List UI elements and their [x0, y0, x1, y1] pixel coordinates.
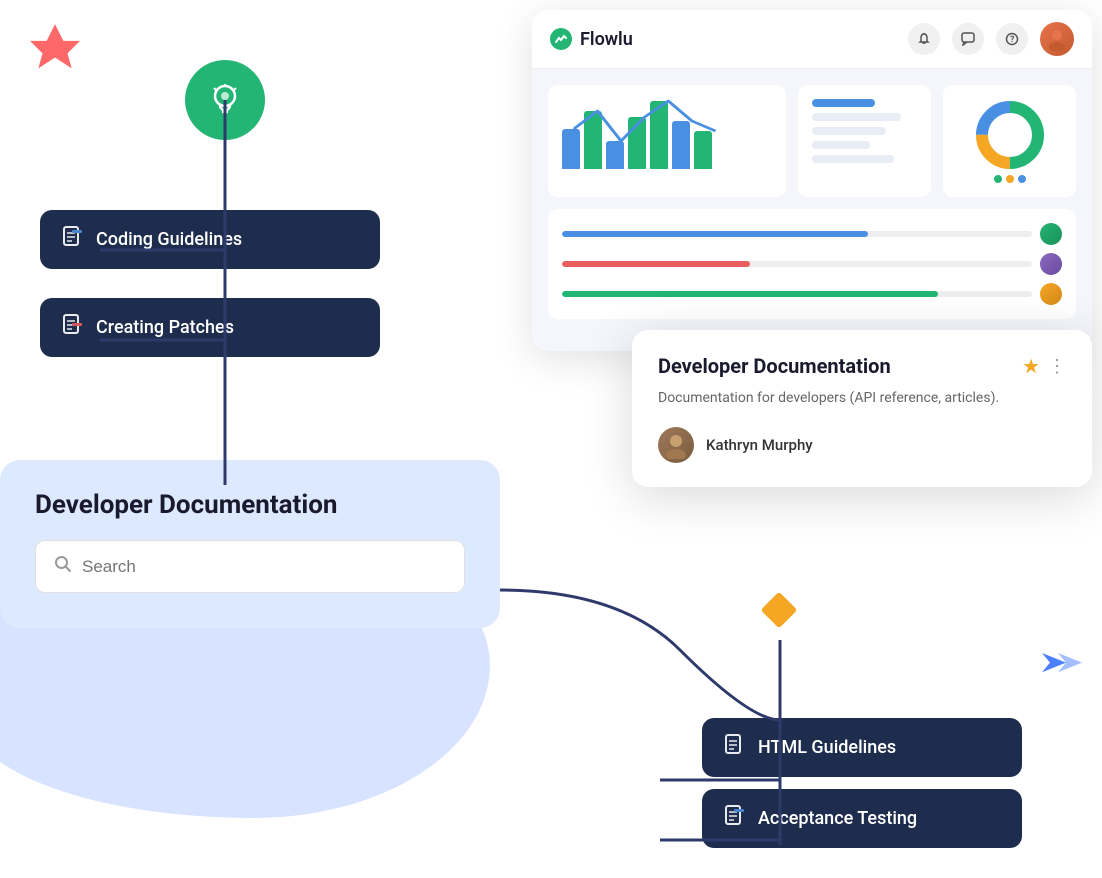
blue-arrow-decoration: [1042, 648, 1082, 678]
author-name: Kathryn Murphy: [706, 436, 813, 454]
user-avatar[interactable]: [1040, 22, 1074, 56]
help-button[interactable]: ?: [996, 23, 1028, 55]
flowlu-logo: Flowlu: [550, 28, 633, 50]
bar-7: [694, 131, 712, 169]
dashboard-cards-row2: [548, 209, 1076, 319]
more-options-icon[interactable]: ⋮: [1048, 356, 1066, 377]
flowlu-logo-icon: [550, 28, 572, 50]
search-input[interactable]: [82, 557, 446, 577]
list-row-5: [812, 155, 894, 163]
progress-lines: [562, 223, 1062, 305]
progress-fill-3: [562, 291, 938, 297]
bar-chart-card: [548, 85, 786, 197]
list-row-2: [812, 113, 901, 121]
acceptance-testing-node[interactable]: Acceptance Testing: [702, 789, 1022, 848]
bar-4: [628, 117, 646, 169]
donut-chart: [974, 99, 1046, 171]
html-guidelines-label: HTML Guidelines: [758, 737, 896, 758]
dashboard-cards-row1: [548, 85, 1076, 197]
dev-popup-card: Developer Documentation ★ ⋮ Documentatio…: [632, 330, 1092, 487]
bar-chart: [562, 99, 772, 169]
progress-card: [548, 209, 1076, 319]
developer-documentation-section: Developer Documentation: [0, 460, 500, 628]
header-icons: ?: [908, 22, 1074, 56]
svg-text:?: ?: [1010, 35, 1015, 45]
list-row-3: [812, 127, 886, 135]
bottom-nodes: HTML Guidelines Acceptance Testing: [702, 718, 1022, 848]
coding-guidelines-node[interactable]: Coding Guidelines: [40, 210, 380, 269]
document-icon: [62, 226, 84, 253]
document-icon-3: [724, 734, 746, 761]
search-icon: [54, 555, 72, 578]
creating-patches-label: Creating Patches: [96, 317, 234, 338]
progress-fill-2: [562, 261, 750, 267]
bell-button[interactable]: [908, 23, 940, 55]
document-icon-2: [62, 314, 84, 341]
chat-button[interactable]: [952, 23, 984, 55]
popup-header: Developer Documentation ★ ⋮: [658, 354, 1066, 378]
progress-line-2: [562, 253, 1062, 275]
author-avatar: [658, 427, 694, 463]
dev-doc-title: Developer Documentation: [35, 490, 465, 520]
flowlu-header: Flowlu: [532, 10, 1092, 69]
list-card: [798, 85, 931, 197]
star-icon[interactable]: ★: [1022, 354, 1040, 378]
avatar-3: [1040, 283, 1062, 305]
diamond-node: [761, 592, 798, 629]
search-box[interactable]: [35, 540, 465, 593]
bar-5: [650, 101, 668, 169]
progress-line-3: [562, 283, 1062, 305]
document-icon-4: [724, 805, 746, 832]
popup-actions: ★ ⋮: [1022, 354, 1066, 378]
popup-author: Kathryn Murphy: [658, 427, 1066, 463]
html-guidelines-node[interactable]: HTML Guidelines: [702, 718, 1022, 777]
list-row-4: [812, 141, 870, 149]
flowlu-body: [532, 69, 1092, 351]
bar-3: [606, 141, 624, 169]
avatar-1: [1040, 223, 1062, 245]
flowlu-title: Flowlu: [580, 29, 633, 50]
donut-chart-card: [943, 85, 1076, 197]
list-row-1: [812, 99, 875, 107]
lightbulb-node: [185, 60, 265, 140]
bar-2: [584, 111, 602, 169]
creating-patches-node[interactable]: Creating Patches: [40, 298, 380, 357]
avatar-2: [1040, 253, 1062, 275]
coding-guidelines-label: Coding Guidelines: [96, 229, 242, 250]
acceptance-testing-label: Acceptance Testing: [758, 808, 917, 829]
main-content: Coding Guidelines Creating Patches Devel…: [0, 0, 1102, 878]
bar-1: [562, 129, 580, 169]
popup-description: Documentation for developers (API refere…: [658, 388, 1066, 409]
progress-fill-1: [562, 231, 868, 237]
bar-6: [672, 121, 690, 169]
popup-title: Developer Documentation: [658, 354, 891, 378]
progress-line-1: [562, 223, 1062, 245]
list-rows: [812, 99, 917, 163]
flowlu-app-window: Flowlu: [532, 10, 1092, 351]
